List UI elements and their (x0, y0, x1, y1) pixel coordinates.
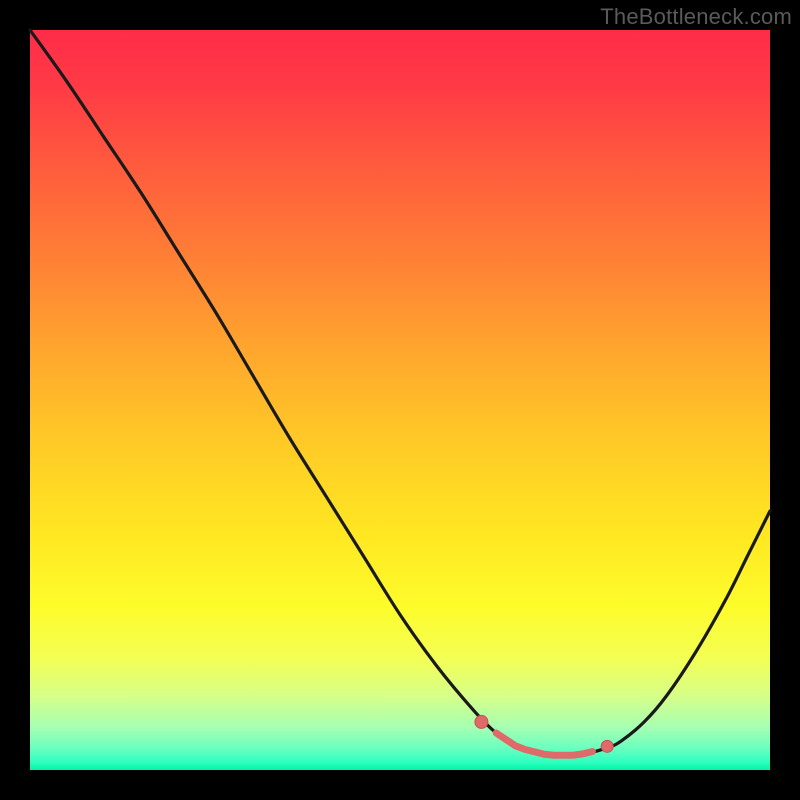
bottleneck-curve-svg (30, 30, 770, 770)
watermark-text: TheBottleneck.com (600, 4, 792, 30)
bottleneck-curve (30, 30, 770, 756)
marker-left (475, 715, 488, 728)
optimal-flat-segment (496, 733, 592, 755)
marker-right (601, 740, 613, 752)
